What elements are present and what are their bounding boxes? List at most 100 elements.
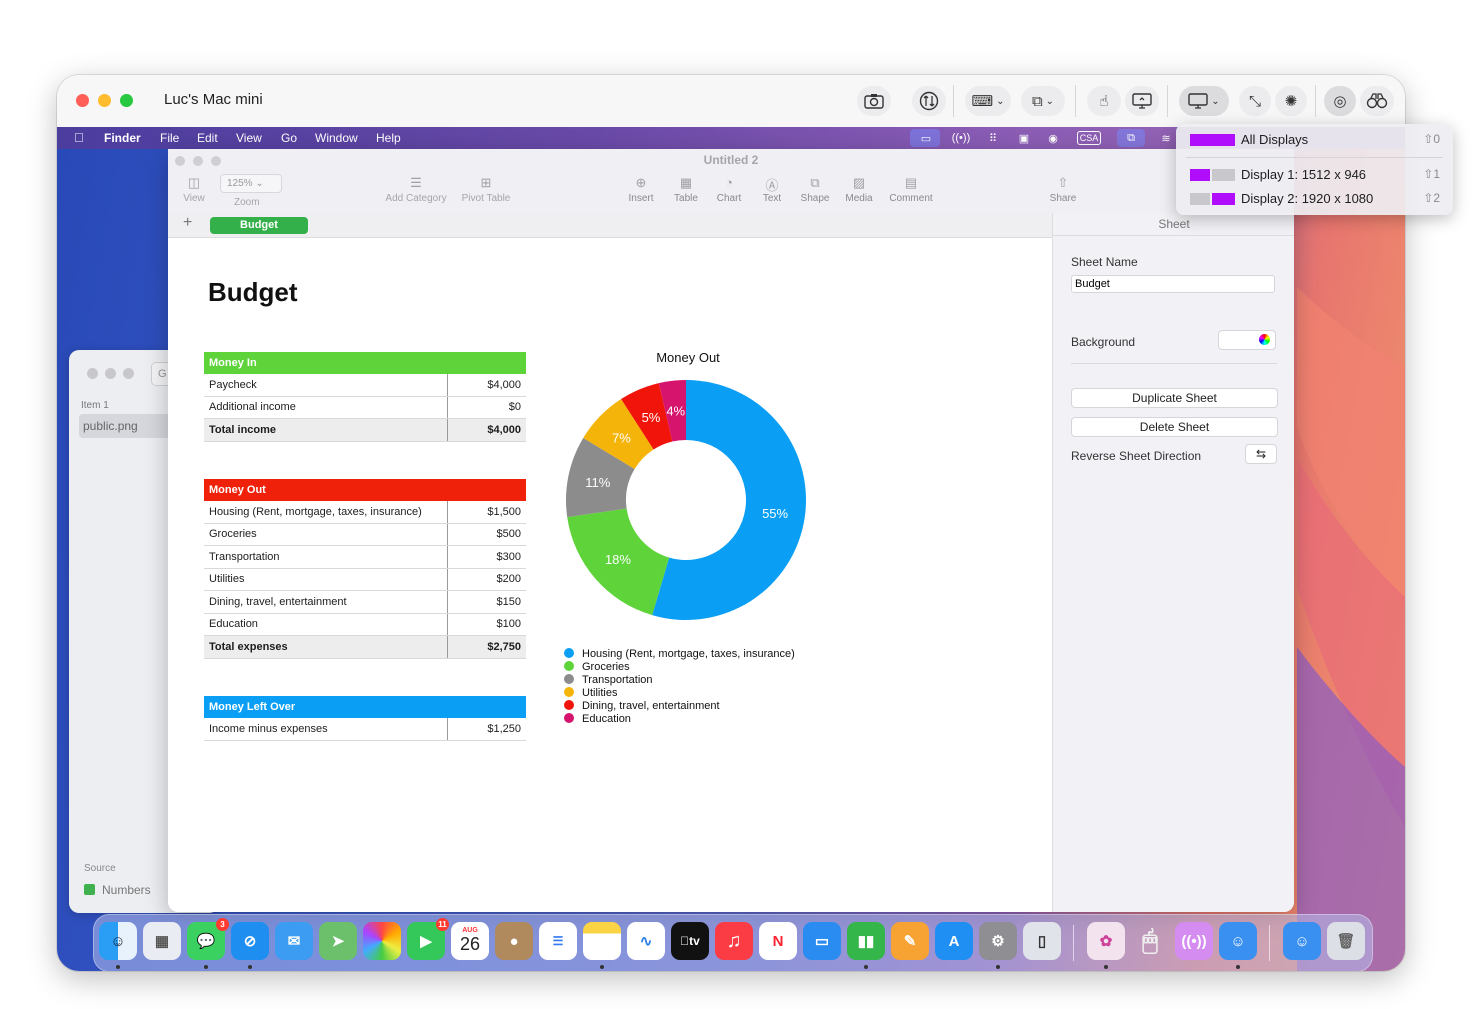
reverse-direction-icon[interactable]: ⇆: [1245, 444, 1277, 464]
inspector-tab-sheet[interactable]: Sheet: [1053, 213, 1294, 236]
menu-help[interactable]: Help: [376, 131, 401, 145]
finder-zoom-button[interactable]: [123, 368, 134, 379]
dock-maps-icon[interactable]: ➤: [319, 922, 357, 960]
table-cell-label[interactable]: Transportation: [204, 545, 448, 569]
keyboard-icon[interactable]: ⌨︎ ⌄: [965, 86, 1011, 116]
table-total-row[interactable]: Total expenses $2,750: [204, 635, 526, 659]
money-left-header[interactable]: Money Left Over: [204, 696, 526, 718]
money-out-chart[interactable]: Money Out 55% 18% 11% 7% 5% 4% Housing (Rent,…: [553, 345, 853, 735]
dock-mail-icon[interactable]: ✉: [275, 922, 313, 960]
sheet-name-field[interactable]: [1071, 275, 1275, 293]
table-cell-value[interactable]: $4,000: [447, 374, 526, 397]
menu-item-display-2[interactable]: Display 2: 1920 x 1080 ⇧2: [1176, 188, 1453, 210]
table-cell-label[interactable]: Education: [204, 613, 448, 636]
dock-launchpad-icon[interactable]: ▦: [143, 922, 181, 960]
menu-app-name[interactable]: Finder: [104, 131, 141, 145]
menu-view[interactable]: View: [236, 131, 262, 145]
view-button[interactable]: ◫ View: [168, 175, 224, 204]
table-total-row[interactable]: Total income $4,000: [204, 418, 526, 442]
close-button[interactable]: [76, 94, 89, 107]
background-color-well[interactable]: [1218, 330, 1276, 350]
money-out-table[interactable]: Money Out Housing (Rent, mortgage, taxes…: [204, 479, 526, 659]
clipboard-icon[interactable]: ⧉ ⌄: [1021, 86, 1065, 116]
table-cell-label[interactable]: Total expenses: [204, 635, 448, 659]
dock-pages-icon[interactable]: ✎: [891, 922, 929, 960]
dock-freeform-icon[interactable]: ∿: [627, 922, 665, 960]
menubar-display-icon[interactable]: ▣: [1016, 131, 1032, 145]
dock-finder-icon[interactable]: ☺: [99, 922, 137, 960]
dock-safari-icon[interactable]: ⊘: [231, 922, 269, 960]
sheet-tab-budget[interactable]: Budget: [210, 217, 308, 234]
menu-file[interactable]: File: [160, 131, 179, 145]
table-cell-value[interactable]: $2,750: [447, 635, 526, 659]
display-icon[interactable]: ⌄: [1179, 86, 1229, 116]
money-out-header[interactable]: Money Out: [204, 479, 526, 501]
table-row[interactable]: Groceries $500: [204, 523, 526, 546]
table-cell-value[interactable]: $200: [447, 568, 526, 591]
dock-remote-desktop-icon[interactable]: ☺: [1219, 922, 1257, 960]
dock-app-store-icon[interactable]: A: [935, 922, 973, 960]
media-button[interactable]: ▨ Media: [829, 175, 889, 204]
dock-contacts-icon[interactable]: ●: [495, 922, 533, 960]
menu-edit[interactable]: Edit: [197, 131, 218, 145]
dock-preview-icon[interactable]: ✿: [1087, 922, 1125, 960]
dock-messages-icon[interactable]: 💬 3: [187, 918, 229, 960]
table-cell-label[interactable]: Income minus expenses: [204, 718, 448, 741]
table-cell-value[interactable]: $150: [447, 590, 526, 614]
share-button[interactable]: ⇧ Share: [1033, 175, 1093, 204]
hand-icon[interactable]: ☝︎: [1087, 86, 1121, 116]
table-cell-value[interactable]: $1,500: [447, 501, 526, 524]
pivot-table-button[interactable]: ⊞ Pivot Table: [456, 175, 516, 204]
delete-sheet-button[interactable]: Delete Sheet: [1071, 417, 1278, 437]
table-cell-value[interactable]: $100: [447, 613, 526, 636]
apple-icon[interactable]: : [74, 130, 84, 145]
table-row[interactable]: Income minus expenses $1,250: [204, 718, 526, 741]
add-sheet-button[interactable]: +: [183, 214, 192, 232]
wifi-icon[interactable]: ≋: [1158, 131, 1174, 145]
dock-notes-icon[interactable]: [583, 922, 621, 960]
menu-item-display-1[interactable]: Display 1: 1512 x 946 ⇧1: [1176, 164, 1453, 186]
table-cell-value[interactable]: $500: [447, 523, 526, 546]
menubar-keyboard-icon[interactable]: ▭: [918, 131, 934, 145]
swap-icon[interactable]: [912, 86, 946, 116]
dock-reminders-icon[interactable]: ☰: [539, 922, 577, 960]
table-cell-label[interactable]: Total income: [204, 418, 448, 442]
table-cell-label[interactable]: Dining, travel, entertainment: [204, 590, 448, 614]
table-cell-value[interactable]: $1,250: [447, 718, 526, 741]
money-left-table[interactable]: Money Left Over Income minus expenses $1,…: [204, 696, 526, 741]
dock-mouse-icon[interactable]: 🖱: [1131, 922, 1169, 960]
numbers-window[interactable]: Untitled 2 ◫ View 125% ⌄ Zoom ☰ Add Catego…: [168, 149, 1294, 912]
screen-share-icon[interactable]: [1125, 86, 1159, 116]
table-row[interactable]: Education $100: [204, 613, 526, 636]
menubar-csa-icon[interactable]: CSA: [1077, 131, 1101, 145]
dock-music-icon[interactable]: ♫: [715, 922, 753, 960]
table-cell-label[interactable]: Paycheck: [204, 374, 448, 397]
menu-go[interactable]: Go: [281, 131, 297, 145]
menubar-windows-icon[interactable]: ⧉: [1123, 131, 1139, 145]
dock-facetime-icon[interactable]: ▶ 11: [407, 918, 449, 960]
sheet-title[interactable]: Budget: [208, 277, 298, 308]
table-cell-label[interactable]: Groceries: [204, 523, 448, 546]
table-cell-label[interactable]: Utilities: [204, 568, 448, 591]
table-cell-value[interactable]: $300: [447, 545, 526, 569]
table-cell-label[interactable]: Housing (Rent, mortgage, taxes, insuranc…: [204, 501, 448, 524]
dock-screen-sharing-icon[interactable]: ☺: [1283, 922, 1321, 960]
dock-keynote-icon[interactable]: ▭: [803, 922, 841, 960]
money-in-table[interactable]: Money In Paycheck $4,000 Additional incom…: [204, 352, 526, 442]
dock-calendar-icon[interactable]: AUG 26: [451, 922, 489, 960]
duplicate-sheet-button[interactable]: Duplicate Sheet: [1071, 388, 1278, 408]
money-in-header[interactable]: Money In: [204, 352, 526, 374]
dock-numbers-icon[interactable]: ▮▮: [847, 922, 885, 960]
table-cell-label[interactable]: Additional income: [204, 396, 448, 419]
camera-icon[interactable]: [857, 86, 891, 116]
table-row[interactable]: Paycheck $4,000: [204, 374, 526, 397]
finder-close-button[interactable]: [87, 368, 98, 379]
table-row[interactable]: Transportation $300: [204, 545, 526, 569]
touch-icon[interactable]: ◎: [1324, 86, 1356, 116]
dock-airdrop-icon[interactable]: ((•)): [1175, 922, 1213, 960]
sparkle-icon[interactable]: ✺: [1275, 86, 1307, 116]
menu-item-all-displays[interactable]: All Displays ⇧0: [1176, 129, 1453, 151]
table-cell-value[interactable]: $4,000: [447, 418, 526, 442]
shrink-icon[interactable]: ⤡: [1239, 86, 1271, 116]
add-category-button[interactable]: ☰ Add Category: [384, 175, 448, 204]
